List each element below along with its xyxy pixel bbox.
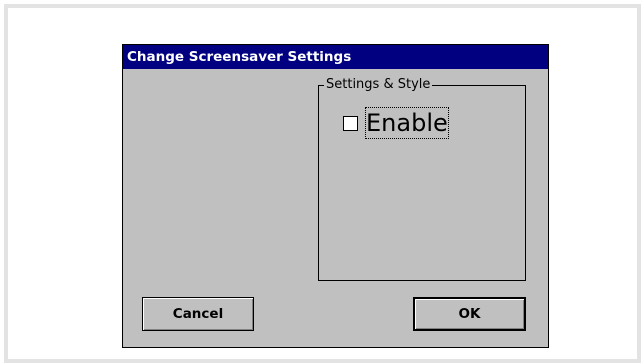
cancel-button[interactable]: Cancel bbox=[142, 297, 254, 331]
screen-frame: Change Screensaver Settings Settings & S… bbox=[4, 4, 641, 363]
enable-label[interactable]: Enable bbox=[365, 107, 449, 139]
enable-checkbox-row[interactable]: Enable bbox=[343, 104, 449, 142]
group-legend: Settings & Style bbox=[324, 76, 433, 94]
screensaver-dialog: Change Screensaver Settings Settings & S… bbox=[122, 44, 549, 348]
enable-checkbox[interactable] bbox=[343, 115, 358, 131]
dialog-title: Change Screensaver Settings bbox=[123, 45, 548, 69]
settings-style-group: Settings & Style Enable bbox=[318, 76, 526, 281]
ok-button[interactable]: OK bbox=[413, 297, 526, 331]
